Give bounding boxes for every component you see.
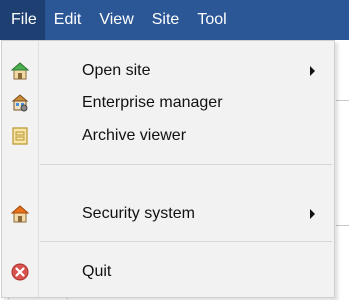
archive-icon [12,127,28,145]
menu-item-label: Quit [82,263,112,280]
menu-item-label: Security system [82,205,195,222]
background-content [336,40,349,300]
house-icon [11,205,29,223]
quit-icon [11,263,29,281]
submenu-arrow-icon [310,66,315,76]
menu-item-enterprise-manager[interactable]: Enterprise manager [2,86,334,120]
house-icon [11,62,29,80]
menu-view[interactable]: View [90,0,142,40]
menu-item-archive-viewer[interactable]: Archive viewer [2,119,334,153]
menu-separator [40,241,332,242]
menu-site[interactable]: Site [143,0,189,40]
file-menu-dropdown: Open site Enterprise manager Archive vie… [1,40,335,298]
menu-item-quit[interactable]: Quit [2,255,334,289]
background-divider [336,100,349,101]
menu-item-label: Archive viewer [82,127,187,144]
menu-edit[interactable]: Edit [45,0,91,40]
menu-item-security-system[interactable]: Security system [2,197,334,231]
menu-file[interactable]: File [0,0,45,40]
menu-separator [40,164,332,165]
background-divider [336,225,349,226]
menu-item-label: Open site [82,62,151,79]
enterprise-icon [11,94,29,112]
menu-item-label: Enterprise manager [82,94,223,111]
menu-bar: File Edit View Site Tool [0,0,349,40]
menu-tools[interactable]: Tool [188,0,235,40]
menu-item-open-site[interactable]: Open site [2,54,334,88]
application-window: File Edit View Site Tool Open site Enter… [0,0,349,300]
submenu-arrow-icon [310,209,315,219]
